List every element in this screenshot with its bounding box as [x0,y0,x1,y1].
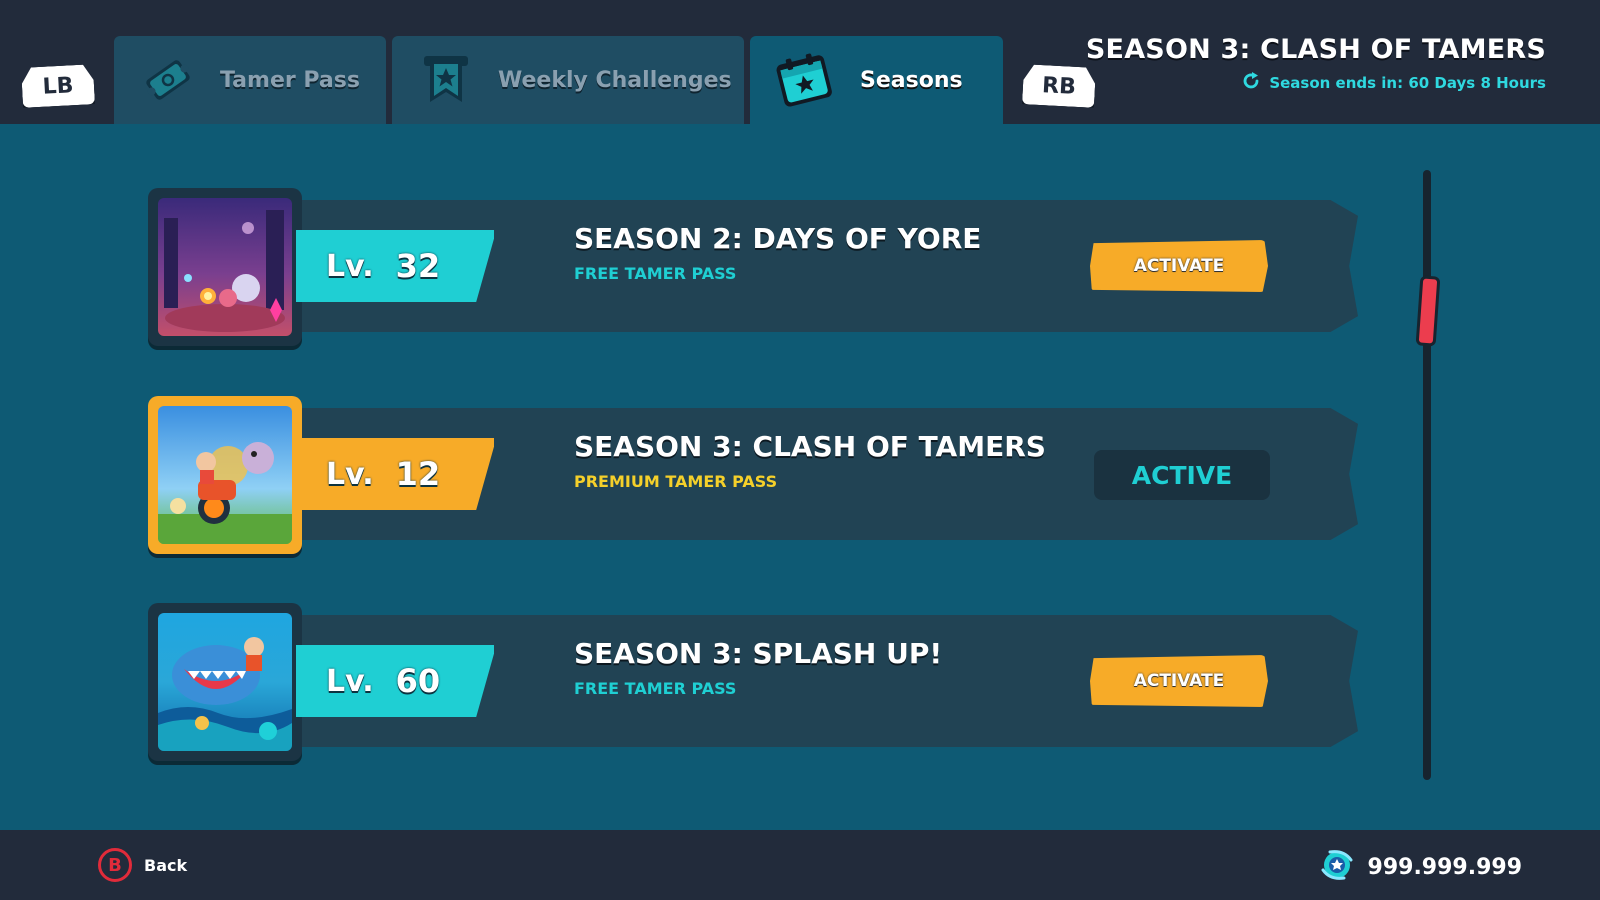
scrollbar-thumb[interactable] [1415,275,1441,347]
level-number: 32 [395,247,441,285]
current-season-title: SEASON 3: CLASH OF TAMERS [1085,34,1546,65]
season-row[interactable]: Lv. 12 SEASON 3: CLASH OF TAMERS PREMIUM… [148,396,1360,554]
back-button[interactable]: B Back [98,848,187,882]
season-thumbnail-frame [148,188,302,346]
rb-bumper-button[interactable]: RB [1022,64,1096,108]
tab-label: Seasons [860,67,963,93]
pass-type: PREMIUM TAMER PASS [574,472,778,491]
lb-bumper-button[interactable]: LB [21,64,95,108]
season-thumbnail-frame [148,396,302,554]
season-timer-text: Season ends in: 60 Days 8 Hours [1269,74,1546,92]
calendar-star-icon [774,50,834,110]
pass-type: FREE TAMER PASS [574,679,737,698]
b-button-icon: B [98,848,132,882]
tab-weekly-challenges[interactable]: Weekly Challenges [392,36,744,124]
season-name: SEASON 3: CLASH OF TAMERS [574,430,1046,463]
tab-tamer-pass[interactable]: Tamer Pass [114,36,386,124]
top-bar: LB Tamer Pass Weekly Challenges Seasons … [0,0,1600,124]
activate-button[interactable]: ACTIVATE [1090,655,1268,707]
season-row[interactable]: Lv. 32 SEASON 2: DAYS OF YORE FREE TAMER… [148,188,1360,346]
bookmark-star-icon [416,50,476,110]
tab-label: Tamer Pass [220,67,360,93]
level-badge: Lv. 12 [296,438,494,510]
level-prefix: Lv. [326,456,374,492]
activate-button[interactable]: ACTIVATE [1090,240,1268,292]
season-name: SEASON 3: SPLASH UP! [574,637,943,670]
tab-seasons[interactable]: Seasons [750,36,1003,124]
season-name: SEASON 2: DAYS OF YORE [574,222,982,255]
season-thumbnail-clash-of-tamers [158,406,292,544]
level-number: 12 [395,455,441,493]
season-thumbnail-splash-up [158,613,292,751]
season-thumbnail-frame [148,603,302,761]
season-row[interactable]: Lv. 60 SEASON 3: SPLASH UP! FREE TAMER P… [148,603,1360,761]
level-badge: Lv. 32 [296,230,494,302]
tab-label: Weekly Challenges [498,67,732,93]
level-prefix: Lv. [326,248,374,284]
bottom-bar: B Back 999.999.999 [0,830,1600,900]
active-status-badge: ACTIVE [1094,450,1270,500]
gem-orb-icon [1318,846,1356,888]
season-thumbnail-days-of-yore [158,198,292,336]
season-timer: Season ends in: 60 Days 8 Hours [1241,71,1546,95]
refresh-icon [1241,71,1261,95]
level-badge: Lv. 60 [296,645,494,717]
back-label: Back [144,855,188,875]
pass-type: FREE TAMER PASS [574,264,737,283]
scrollbar-track[interactable] [1423,170,1431,780]
level-prefix: Lv. [326,663,374,699]
level-number: 60 [395,662,441,700]
currency-display: 999.999.999 [1318,846,1522,888]
currency-value: 999.999.999 [1367,854,1522,880]
ticket-icon [138,50,198,110]
